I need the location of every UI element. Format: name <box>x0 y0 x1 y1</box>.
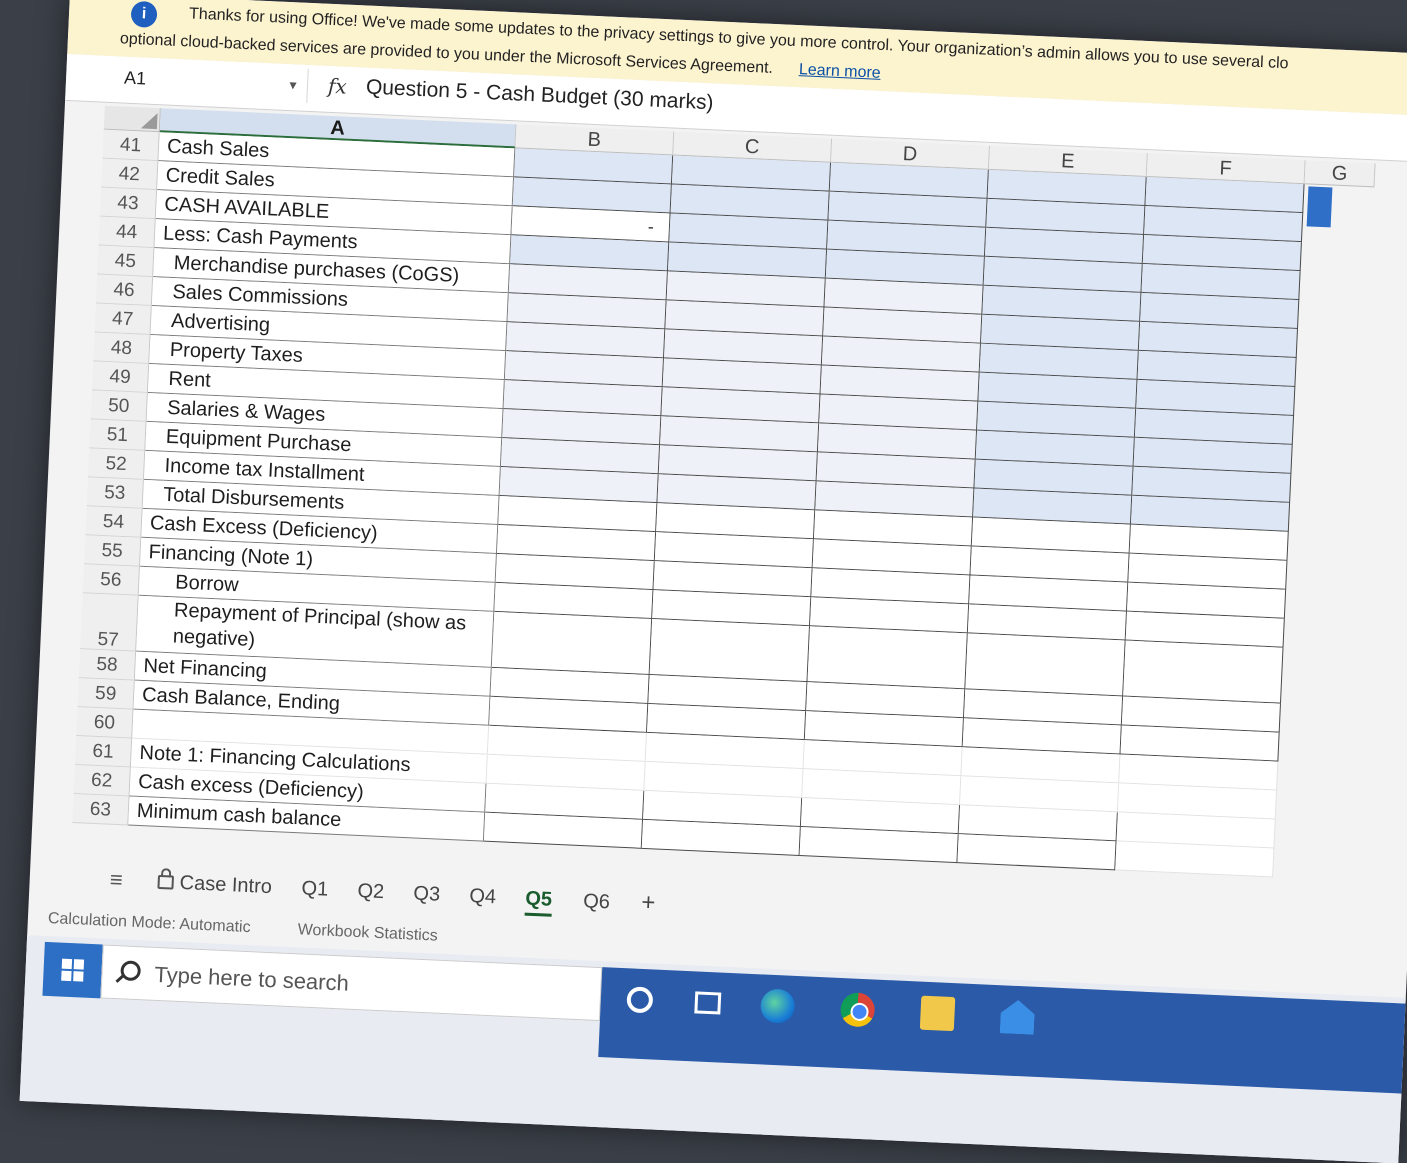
excel-window: i Thanks for using Office! We've made so… <box>19 0 1407 1163</box>
tab-q1[interactable]: Q1 <box>301 877 329 901</box>
row-header[interactable]: 57 <box>80 593 139 652</box>
tab-q5[interactable]: Q5 <box>524 887 553 917</box>
tab-q4[interactable]: Q4 <box>469 885 497 909</box>
name-box-value: A1 <box>123 67 147 89</box>
column-header-g[interactable]: G <box>1304 160 1376 188</box>
chevron-down-icon[interactable]: ▼ <box>286 68 300 103</box>
row-header[interactable]: 58 <box>78 649 137 681</box>
calculation-mode: Calculation Mode: Automatic <box>47 909 251 937</box>
lock-icon <box>157 874 175 890</box>
cell-d57[interactable] <box>807 626 968 690</box>
cell-b63[interactable] <box>483 812 644 849</box>
row-header[interactable]: 63 <box>72 793 130 826</box>
tab-q6[interactable]: Q6 <box>583 890 611 914</box>
tab-q2[interactable]: Q2 <box>357 880 385 904</box>
start-button[interactable] <box>42 941 103 999</box>
cell-d63[interactable] <box>799 827 959 864</box>
cell-f63[interactable] <box>1115 841 1275 878</box>
fx-icon[interactable]: fx <box>327 74 347 99</box>
row-header[interactable]: 41 <box>102 129 160 162</box>
row-header[interactable]: 61 <box>74 736 133 768</box>
select-all-corner[interactable] <box>103 105 161 133</box>
row-header[interactable]: 42 <box>101 158 159 191</box>
cell-f57[interactable] <box>1123 640 1284 704</box>
cortana-icon[interactable] <box>626 986 654 1014</box>
row-header[interactable]: 51 <box>89 419 147 451</box>
cell-b43-value: - <box>647 216 655 237</box>
tab-case-intro-label: Case Intro <box>179 871 273 899</box>
row-header[interactable]: 48 <box>93 332 151 364</box>
windows-logo-icon <box>61 958 85 982</box>
task-view-icon[interactable] <box>694 991 722 1015</box>
search-icon <box>120 960 142 982</box>
row-header[interactable]: 59 <box>77 678 135 710</box>
sheet-list-menu-icon[interactable]: ≡ <box>109 867 123 894</box>
info-icon: i <box>130 0 158 28</box>
mail-icon[interactable] <box>1000 999 1036 1035</box>
row-header[interactable]: 49 <box>91 361 150 393</box>
cell-e57[interactable] <box>965 633 1126 697</box>
cell-c57[interactable] <box>649 619 810 683</box>
workbook-statistics[interactable]: Workbook Statistics <box>297 921 438 945</box>
row-header[interactable]: 52 <box>88 448 146 480</box>
edge-icon[interactable] <box>759 988 796 1024</box>
tab-q3[interactable]: Q3 <box>413 883 441 907</box>
select-all-triangle-icon <box>140 112 158 130</box>
row-header[interactable]: 43 <box>99 187 158 220</box>
row-header[interactable]: 53 <box>86 477 144 509</box>
formula-input[interactable]: Question 5 - Cash Budget (30 marks) <box>365 76 714 116</box>
row-header[interactable]: 62 <box>73 765 131 797</box>
cell-e63[interactable] <box>957 834 1117 871</box>
name-box[interactable]: A1 ▼ <box>117 60 309 103</box>
row-header[interactable]: 54 <box>85 506 143 538</box>
tab-case-intro[interactable]: Case Intro <box>157 871 272 899</box>
row-header[interactable]: 50 <box>90 390 148 422</box>
chrome-icon[interactable] <box>839 992 876 1028</box>
row-header[interactable]: 56 <box>82 564 140 596</box>
column-g-selection-marker <box>1306 186 1333 228</box>
row-header[interactable]: 47 <box>94 303 152 336</box>
row-header[interactable]: 60 <box>76 707 134 739</box>
cell-b57[interactable] <box>491 611 653 675</box>
row-header[interactable]: 44 <box>98 216 156 249</box>
row-header[interactable]: 55 <box>84 535 142 567</box>
cell-c63[interactable] <box>641 819 801 856</box>
search-placeholder: Type here to search <box>153 961 350 996</box>
file-explorer-icon[interactable] <box>919 995 956 1032</box>
learn-more-link[interactable]: Learn more <box>799 61 882 82</box>
row-header[interactable]: 46 <box>95 274 154 307</box>
row-header[interactable]: 45 <box>97 245 155 278</box>
add-sheet-button[interactable]: + <box>641 889 656 918</box>
